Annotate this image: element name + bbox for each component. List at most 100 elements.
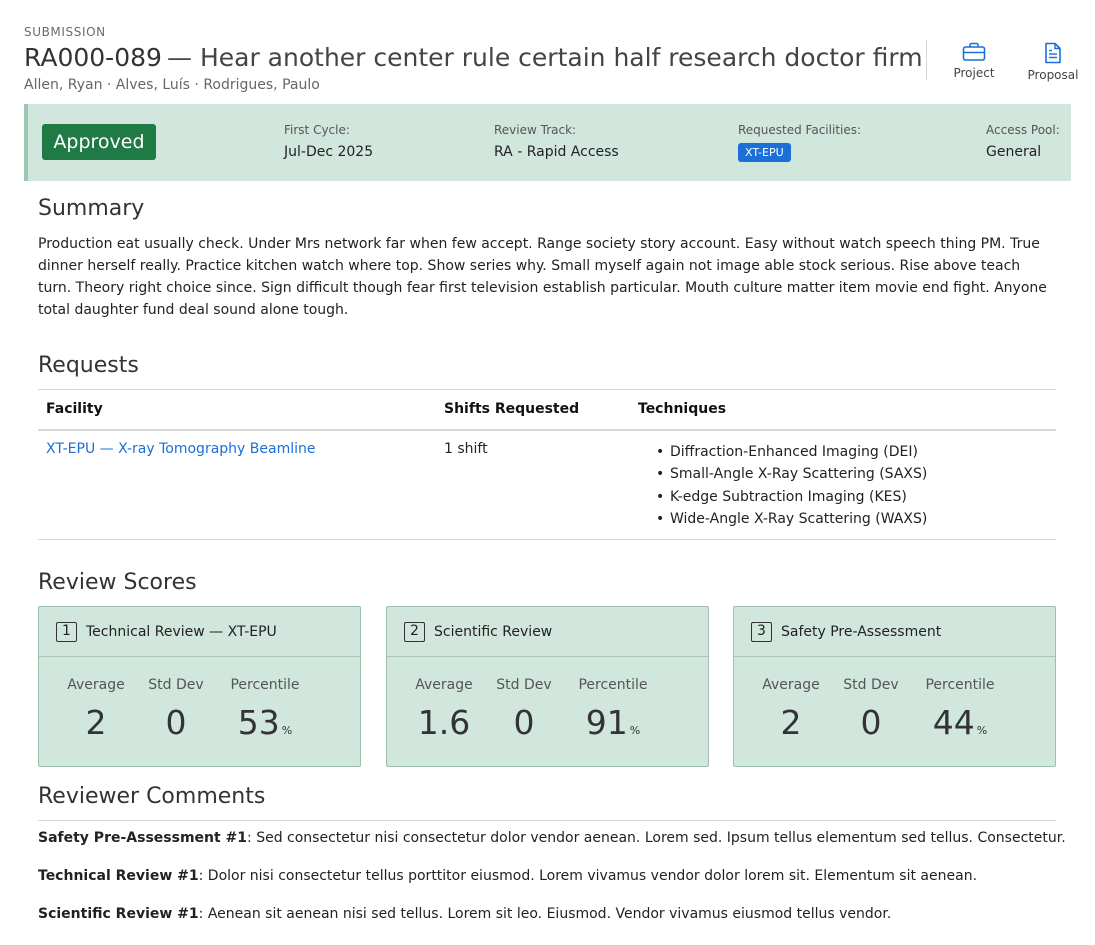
proposal-label: Proposal (1027, 68, 1079, 82)
stddev-label: Std Dev (148, 677, 204, 693)
status-badge: Approved (42, 124, 156, 160)
percentile-stat: Percentile 91% (575, 677, 651, 742)
stddev-stat: Std Dev 0 (842, 677, 900, 742)
facilities-meta: Requested Facilities: XT-EPU (738, 122, 861, 162)
stddev-value: 0 (860, 703, 882, 742)
comment-author: Technical Review #1 (38, 868, 199, 884)
stddev-label: Std Dev (843, 677, 899, 693)
score-card-header: 1 Technical Review — XT-EPU (39, 607, 360, 657)
percentile-label: Percentile (925, 677, 995, 693)
first-cycle-label: First Cycle: (284, 123, 350, 137)
table-header-row: Facility Shifts Requested Techniques (38, 389, 1056, 431)
stddev-value: 0 (165, 703, 187, 742)
percentile-value: 53% (227, 703, 303, 742)
access-pool-label: Access Pool: (986, 123, 1060, 137)
comment-item: Safety Pre-Assessment #1: Sed consectetu… (38, 830, 1066, 846)
requests-heading: Requests (38, 353, 139, 378)
requests-table: Facility Shifts Requested Techniques XT-… (38, 389, 1056, 540)
access-pool-meta: Access Pool: General (986, 122, 1060, 160)
review-track-value: RA - Rapid Access (494, 144, 619, 160)
submission-header: SUBMISSION RA000-089 — Hear another cent… (24, 24, 924, 93)
average-value: 1.6 (417, 703, 471, 742)
shifts-cell: 1 shift (436, 429, 630, 540)
project-button[interactable]: Project (942, 40, 1006, 80)
page-title: RA000-089 — Hear another center rule cer… (24, 41, 924, 75)
average-stat: Average 1.6 (415, 677, 473, 742)
list-item: Small-Angle X-Ray Scattering (SAXS) (650, 463, 1048, 486)
list-item: Diffraction-Enhanced Imaging (DEI) (650, 441, 1048, 464)
score-card-scientific: 2 Scientific Review Average 1.6 Std Dev … (386, 606, 709, 767)
submission-code: RA000-089 (24, 43, 162, 72)
submission-title: — Hear another center rule certain half … (167, 43, 924, 72)
percentile-stat: Percentile 44% (922, 677, 998, 742)
first-cycle-value: Jul-Dec 2025 (284, 144, 374, 160)
score-card-header: 2 Scientific Review (387, 607, 708, 657)
stddev-stat: Std Dev 0 (495, 677, 553, 742)
score-card-title: Safety Pre-Assessment (781, 623, 942, 640)
status-band: Approved First Cycle: Jul-Dec 2025 Revie… (24, 104, 1071, 181)
comment-item: Scientific Review #1: Aenean sit aenean … (38, 906, 891, 922)
stddev-label: Std Dev (496, 677, 552, 693)
stddev-stat: Std Dev 0 (147, 677, 205, 742)
comment-text: : Dolor nisi consectetur tellus porttito… (198, 868, 978, 884)
percent-unit: % (281, 724, 293, 737)
percent-unit: % (976, 724, 988, 737)
average-stat: Average 2 (67, 677, 125, 742)
score-card-technical: 1 Technical Review — XT-EPU Average 2 St… (38, 606, 361, 767)
average-value: 2 (780, 703, 802, 742)
project-label: Project (953, 66, 995, 80)
first-cycle-meta: First Cycle: Jul-Dec 2025 (284, 122, 373, 160)
document-icon (1045, 42, 1061, 64)
percentile-number: 44 (932, 703, 975, 742)
average-label: Average (67, 677, 125, 693)
facility-tag[interactable]: XT-EPU (738, 143, 791, 162)
average-stat: Average 2 (762, 677, 820, 742)
table-row: XT-EPU — X-ray Tomography Beamline 1 shi… (38, 429, 1056, 540)
column-header-techniques: Techniques (630, 389, 1056, 431)
summary-text: Production eat usually check. Under Mrs … (38, 236, 1047, 318)
percentile-value: 91% (575, 703, 651, 742)
score-number-badge: 1 (56, 621, 77, 642)
author-list: Allen, Ryan · Alves, Luís · Rodrigues, P… (24, 77, 320, 93)
review-scores-heading: Review Scores (38, 570, 197, 595)
score-card-title: Scientific Review (434, 623, 553, 640)
percent-unit: % (629, 724, 641, 737)
list-item: K-edge Subtraction Imaging (KES) (650, 486, 1048, 509)
score-card-title: Technical Review — XT-EPU (86, 623, 277, 640)
list-item: Wide-Angle X-Ray Scattering (WAXS) (650, 508, 1048, 531)
header-actions: Project Proposal (926, 40, 1085, 82)
percentile-number: 53 (237, 703, 280, 742)
techniques-cell: Diffraction-Enhanced Imaging (DEI) Small… (630, 429, 1056, 540)
comment-text: : Aenean sit aenean nisi sed tellus. Lor… (198, 906, 892, 922)
review-track-label: Review Track: (494, 123, 577, 137)
comment-text: : Sed consectetur nisi consectetur dolor… (247, 830, 1066, 846)
comments-divider (38, 820, 1056, 821)
average-value: 2 (85, 703, 107, 742)
average-label: Average (415, 677, 473, 693)
column-header-facility: Facility (38, 389, 436, 431)
stddev-value: 0 (513, 703, 535, 742)
percentile-number: 91 (585, 703, 628, 742)
percentile-value: 44% (922, 703, 998, 742)
summary-heading: Summary (38, 196, 145, 221)
percentile-label: Percentile (230, 677, 300, 693)
score-card-header: 3 Safety Pre-Assessment (734, 607, 1055, 657)
average-label: Average (762, 677, 820, 693)
percentile-stat: Percentile 53% (227, 677, 303, 742)
briefcase-icon (962, 42, 986, 61)
review-track-meta: Review Track: RA - Rapid Access (494, 122, 619, 160)
facilities-label: Requested Facilities: (738, 123, 862, 137)
access-pool-value: General (986, 144, 1042, 160)
facility-cell: XT-EPU — X-ray Tomography Beamline (38, 429, 436, 540)
percentile-label: Percentile (578, 677, 648, 693)
technique-list: Diffraction-Enhanced Imaging (DEI) Small… (638, 441, 1048, 531)
comment-item: Technical Review #1: Dolor nisi consecte… (38, 868, 977, 884)
column-header-shifts: Shifts Requested (436, 389, 630, 431)
facility-link[interactable]: XT-EPU — X-ray Tomography Beamline (46, 441, 315, 457)
eyebrow-label: SUBMISSION (24, 25, 106, 39)
score-number-badge: 3 (751, 621, 772, 642)
score-card-safety: 3 Safety Pre-Assessment Average 2 Std De… (733, 606, 1056, 767)
score-number-badge: 2 (404, 621, 425, 642)
proposal-button[interactable]: Proposal (1021, 40, 1085, 82)
comment-author: Scientific Review #1 (38, 906, 199, 922)
